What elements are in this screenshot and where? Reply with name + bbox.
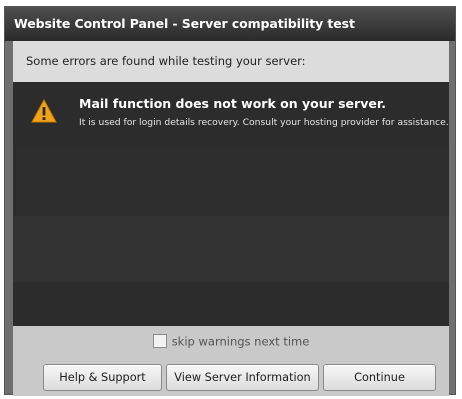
skip-warnings-label[interactable]: skip warnings next time bbox=[172, 335, 310, 349]
empty-row bbox=[13, 216, 449, 282]
view-server-information-button[interactable]: View Server Information bbox=[166, 364, 319, 391]
compatibility-dialog: Website Control Panel - Server compatibi… bbox=[4, 6, 456, 396]
errors-found-message: Some errors are found while testing your… bbox=[13, 41, 449, 82]
dialog-footer: skip warnings next time Help & Support V… bbox=[13, 326, 449, 396]
error-row bbox=[13, 82, 449, 146]
window-title: Website Control Panel - Server compatibi… bbox=[5, 7, 455, 41]
error-list: Mail function does not work on your serv… bbox=[13, 82, 449, 326]
help-support-button[interactable]: Help & Support bbox=[43, 364, 162, 391]
empty-row bbox=[13, 282, 449, 326]
skip-warnings-row[interactable]: skip warnings next time bbox=[13, 333, 449, 349]
error-title: Mail function does not work on your serv… bbox=[79, 96, 386, 111]
skip-warnings-checkbox[interactable] bbox=[152, 333, 167, 348]
continue-button[interactable]: Continue bbox=[323, 364, 436, 391]
warning-icon bbox=[31, 99, 57, 123]
error-detail: It is used for login details recovery. C… bbox=[79, 117, 449, 128]
empty-row bbox=[13, 146, 449, 216]
